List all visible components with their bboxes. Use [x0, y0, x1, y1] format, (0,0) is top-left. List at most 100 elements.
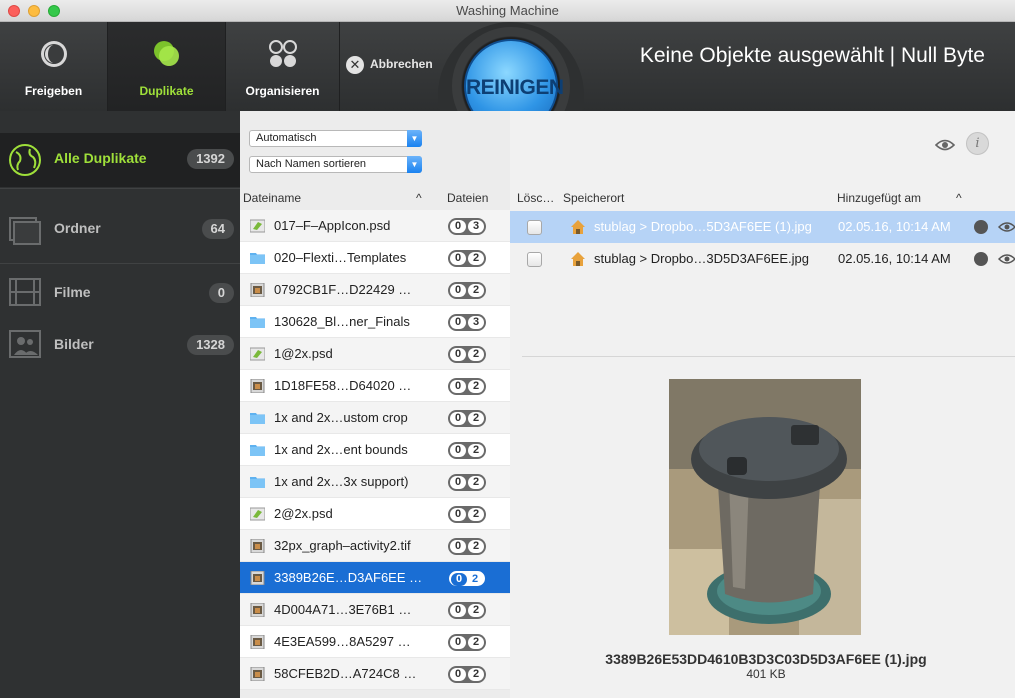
eye-icon[interactable]	[935, 138, 955, 152]
detail-panel: i Lösc… Speicherort Hinzugefügt am ^ stu…	[510, 111, 1015, 698]
table-row[interactable]: 1@2x.psd 0 2	[240, 338, 510, 370]
magnifier-icon[interactable]	[974, 252, 988, 266]
file-name: 017–F–AppIcon.psd	[274, 218, 391, 233]
table-row[interactable]: 1x and 2x…3x support) 0 2	[240, 466, 510, 498]
sidebar-item-all-duplicates[interactable]: Alle Duplikate 1392	[0, 133, 240, 187]
added-date: 02.05.16, 10:14 AM	[838, 219, 951, 234]
file-name: 020–Flexti…Templates	[274, 250, 407, 265]
table-row[interactable]: 1x and 2x…ent bounds 0 2	[240, 434, 510, 466]
total-count: 2	[468, 252, 484, 265]
duplicate-count-toggle[interactable]: 03	[448, 314, 486, 331]
duplicate-count-toggle[interactable]: 02	[448, 506, 486, 523]
table-row[interactable]: 0792CB1F…D22429 … 0 2	[240, 274, 510, 306]
column-header-location[interactable]: Speicherort	[563, 186, 624, 210]
duplicate-count-toggle[interactable]: 02	[448, 474, 486, 491]
sidebar-item-pictures[interactable]: Bilder 1328	[0, 319, 240, 369]
sidebar-item-count: 64	[201, 219, 234, 239]
keep-count: 0	[450, 252, 466, 265]
sort-dropdown[interactable]: Nach Namen sortieren ▼	[249, 156, 422, 173]
keep-count: 0	[450, 444, 466, 457]
eye-icon[interactable]	[998, 253, 1015, 265]
sort-value: Nach Namen sortieren	[256, 158, 367, 170]
thermos-photo	[669, 379, 861, 635]
table-row[interactable]: 017–F–AppIcon.psd 0 3	[240, 210, 510, 242]
minimize-window-button[interactable]	[28, 5, 40, 17]
table-row[interactable]: 130628_Bl…ner_Finals 0 3	[240, 306, 510, 338]
keep-count: 0	[450, 508, 466, 521]
column-header-files[interactable]: Dateien	[447, 186, 488, 210]
keep-count: 0	[450, 668, 466, 681]
table-row[interactable]: 32px_graph–activity2.tif 0 2	[240, 530, 510, 562]
duplicate-count-toggle[interactable]: 02	[448, 442, 486, 459]
share-button[interactable]: Freigeben	[0, 22, 108, 111]
keep-count: 0	[450, 636, 466, 649]
location-row[interactable]: stublag > Dropbo…5D3AF6EE (1).jpg 02.05.1…	[510, 211, 1015, 243]
image-file-icon	[250, 379, 265, 393]
delete-checkbox[interactable]	[527, 220, 542, 235]
total-count: 2	[468, 476, 484, 489]
total-count: 2	[468, 444, 484, 457]
sidebar-divider	[0, 263, 240, 264]
info-icon[interactable]: i	[966, 132, 989, 155]
folder-icon	[250, 253, 265, 264]
table-row[interactable]: 4D004A71…3E76B1 … 0 2	[240, 594, 510, 626]
file-name: 2@2x.psd	[274, 506, 333, 521]
file-name: 32px_graph–activity2.tif	[274, 538, 411, 553]
file-name: 4E3EA599…8A5297 …	[274, 634, 411, 649]
window-title: Washing Machine	[456, 3, 559, 18]
pictures-icon	[9, 330, 41, 358]
eye-icon[interactable]	[998, 221, 1015, 233]
keep-count: 0	[450, 284, 466, 297]
film-icon	[9, 278, 41, 306]
column-header-delete[interactable]: Lösc…	[517, 186, 554, 210]
duplicate-count-toggle[interactable]: 02	[448, 538, 486, 555]
duplicate-count-toggle[interactable]: 02	[448, 634, 486, 651]
chevron-down-icon: ▼	[407, 156, 422, 173]
column-header-added[interactable]: Hinzugefügt am	[837, 186, 921, 210]
total-count: 2	[468, 348, 484, 361]
file-name: 4D004A71…3E76B1 …	[274, 602, 412, 617]
sidebar-item-label: Alle Duplikate	[54, 150, 147, 166]
keep-count: 0	[450, 348, 466, 361]
table-row[interactable]: 020–Flexti…Templates 0 2	[240, 242, 510, 274]
cancel-button[interactable]: ✕ Abbrechen	[346, 56, 433, 74]
duplicate-count-toggle[interactable]: 02	[448, 250, 486, 267]
duplicate-count-toggle[interactable]: 02	[448, 282, 486, 299]
location-row[interactable]: stublag > Dropbo…3D5D3AF6EE.jpg 02.05.16,…	[510, 243, 1015, 275]
file-rows: 017–F–AppIcon.psd 0 3 020–Flexti…Templates 0…	[240, 210, 510, 690]
total-count: 2	[467, 573, 483, 586]
close-window-button[interactable]	[8, 5, 20, 17]
share-moon-icon	[40, 41, 67, 67]
table-row[interactable]: 58CFEB2D…A724C8 … 0 2	[240, 658, 510, 690]
magnifier-icon[interactable]	[974, 220, 988, 234]
table-row[interactable]: 1D18FE58…D64020 … 0 2	[240, 370, 510, 402]
duplicate-count-toggle[interactable]: 02	[448, 410, 486, 427]
duplicates-icon	[153, 41, 179, 66]
keep-count: 0	[450, 604, 466, 617]
duplicate-count-toggle[interactable]: 02	[448, 346, 486, 363]
column-header-filename[interactable]: Dateiname	[243, 186, 301, 210]
organize-button[interactable]: Organisieren	[226, 22, 340, 111]
image-file-icon	[250, 635, 265, 649]
filter-dropdown[interactable]: Automatisch ▼	[249, 130, 422, 147]
duplicate-count-toggle[interactable]: 02	[448, 378, 486, 395]
duplicate-count-toggle[interactable]: 02	[448, 570, 486, 587]
duplicate-count-toggle[interactable]: 02	[448, 602, 486, 619]
sort-ascending-icon[interactable]: ^	[416, 186, 422, 210]
keep-count: 0	[450, 220, 466, 233]
table-row[interactable]: 3389B26E…D3AF6EE … 0 2	[240, 562, 510, 594]
sidebar-item-folders[interactable]: Ordner 64	[0, 203, 240, 255]
duplicate-count-toggle[interactable]: 02	[448, 666, 486, 683]
sort-ascending-icon[interactable]: ^	[956, 186, 962, 210]
table-row[interactable]: 1x and 2x…ustom crop 0 2	[240, 402, 510, 434]
file-path: stublag > Dropbo…5D3AF6EE (1).jpg	[594, 219, 812, 234]
sidebar-divider	[0, 188, 240, 189]
delete-checkbox[interactable]	[527, 252, 542, 267]
preview-filename: 3389B26E53DD4610B3D3C03D5D3AF6EE (1).jpg	[605, 651, 927, 667]
table-row[interactable]: 4E3EA599…8A5297 … 0 2	[240, 626, 510, 658]
zoom-window-button[interactable]	[48, 5, 60, 17]
table-row[interactable]: 2@2x.psd 0 2	[240, 498, 510, 530]
duplicate-count-toggle[interactable]: 03	[448, 218, 486, 235]
duplicates-button[interactable]: Duplikate	[108, 22, 226, 111]
sidebar-item-movies[interactable]: Filme 0	[0, 267, 240, 317]
